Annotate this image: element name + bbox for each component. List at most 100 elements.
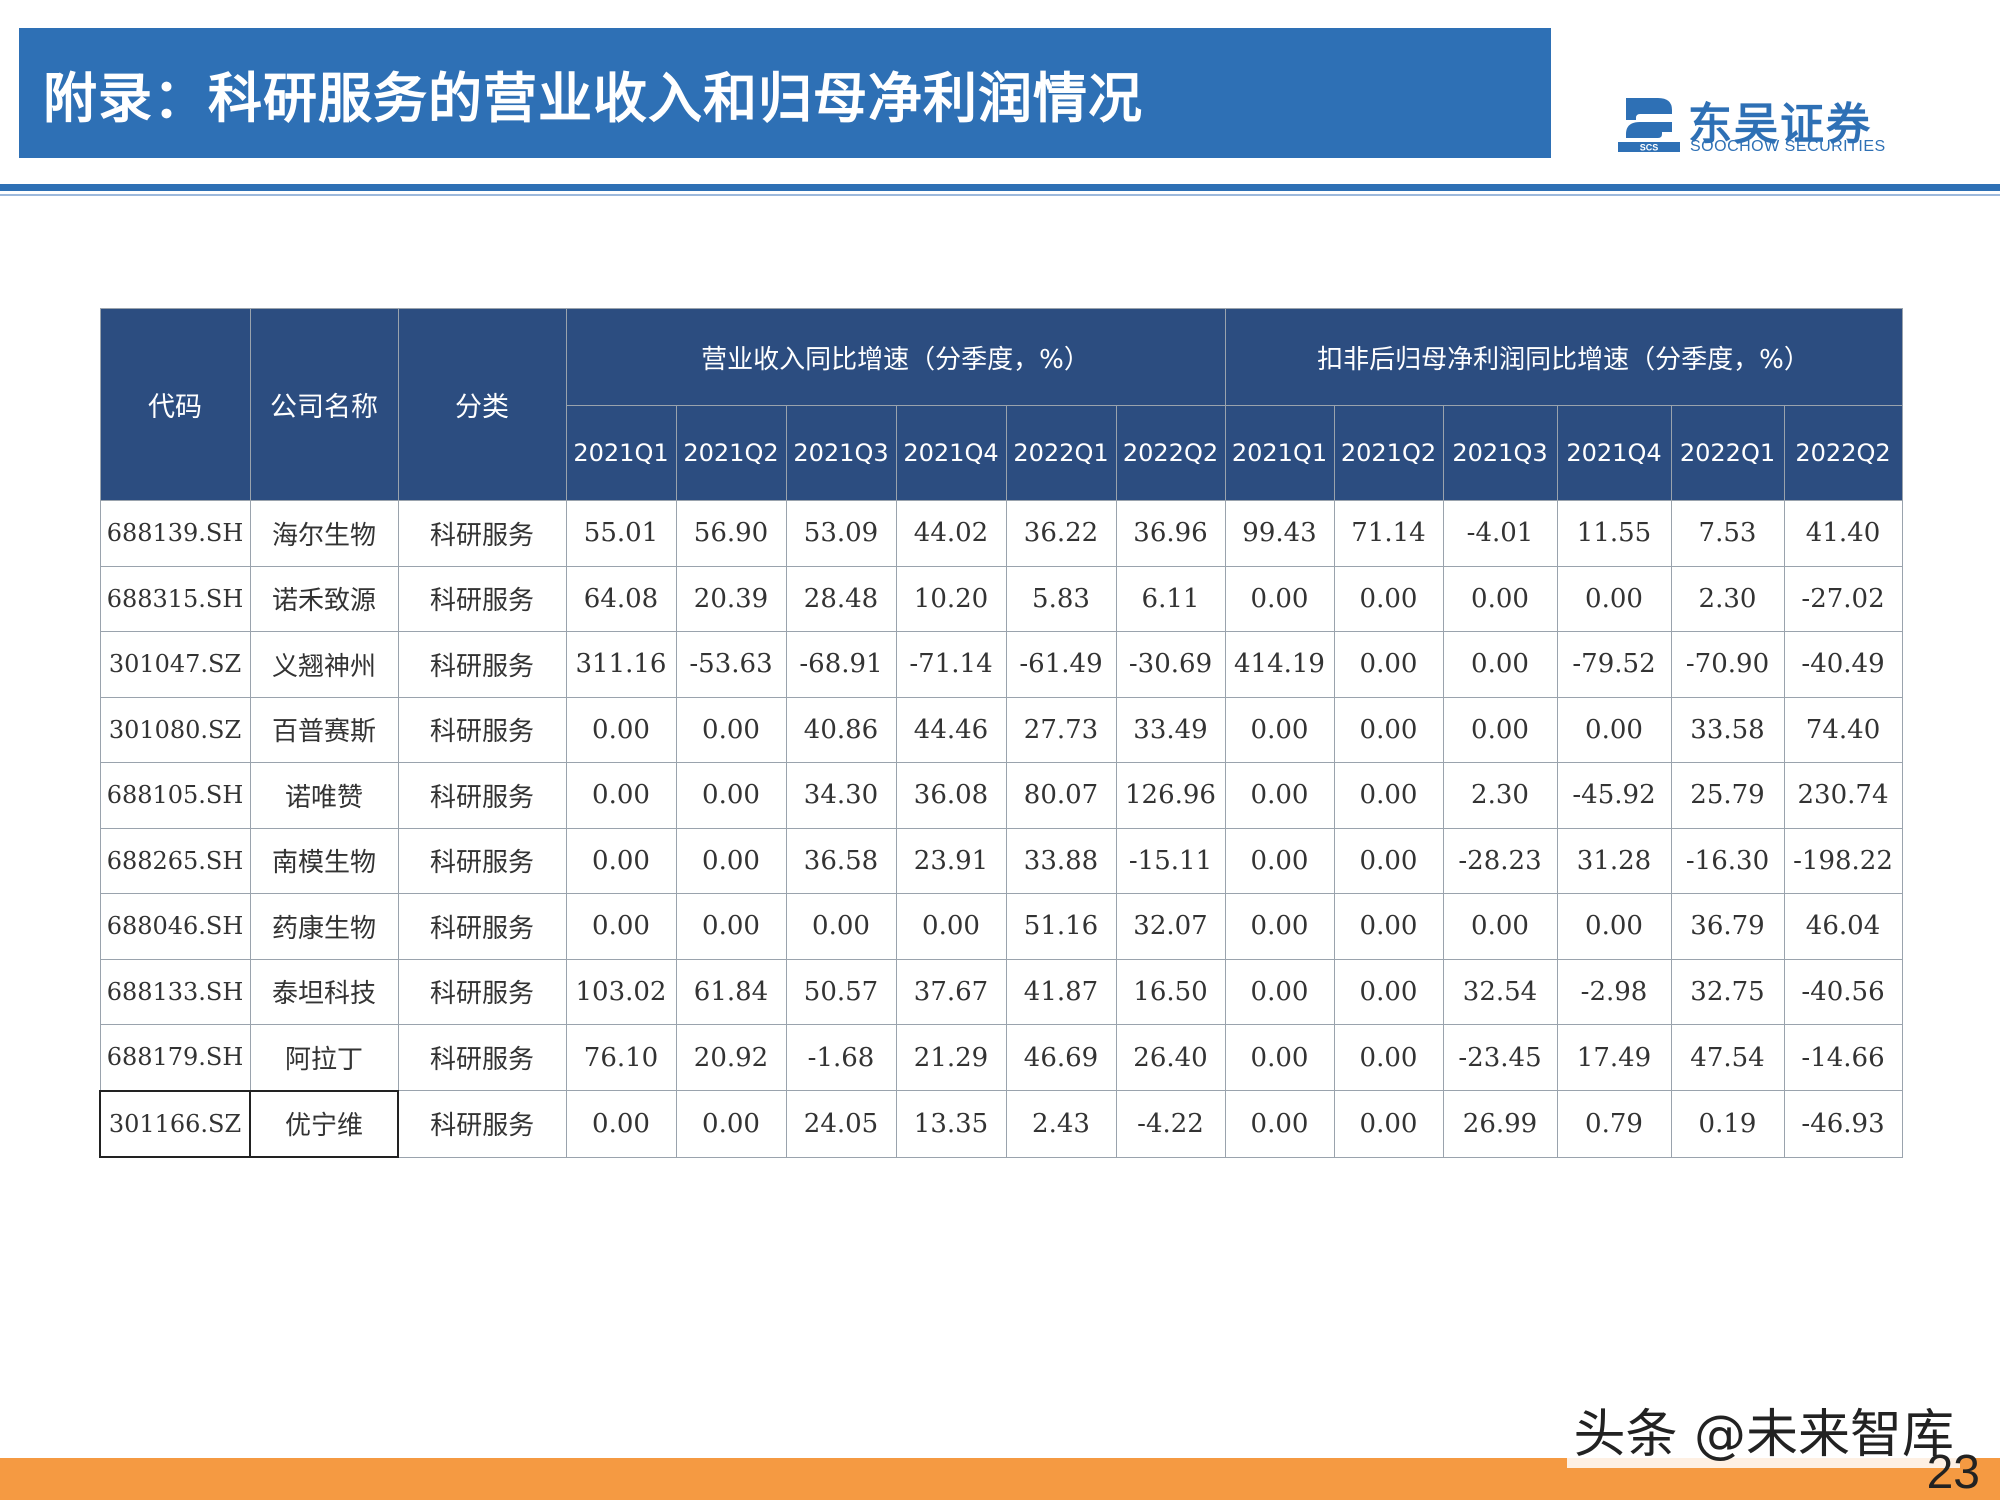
cell-profit-growth: -16.30 <box>1670 827 1785 894</box>
cell-revenue-growth: 34.30 <box>785 762 897 829</box>
cell-category: 科研服务 <box>397 893 567 960</box>
cell-profit-growth: 0.00 <box>1442 631 1558 698</box>
cell-revenue-growth: 33.49 <box>1115 696 1226 763</box>
cell-profit-growth: 0.00 <box>1556 565 1672 632</box>
cell-revenue-growth: -30.69 <box>1115 631 1226 698</box>
cell-revenue-growth: 24.05 <box>785 1090 897 1158</box>
cell-revenue-growth: 27.73 <box>1005 696 1117 763</box>
cell-company-name: 诺禾致源 <box>249 565 399 632</box>
cell-revenue-growth: -68.91 <box>785 631 897 698</box>
cell-revenue-growth: 0.00 <box>785 893 897 960</box>
cell-code: 301047.SZ <box>99 631 251 698</box>
cell-revenue-growth: 76.10 <box>565 1024 677 1091</box>
cell-revenue-growth: 33.88 <box>1005 827 1117 894</box>
cell-revenue-growth: 50.57 <box>785 958 897 1025</box>
cell-profit-growth: 414.19 <box>1224 631 1335 698</box>
cell-profit-growth: -28.23 <box>1442 827 1558 894</box>
cell-revenue-growth: 21.29 <box>895 1024 1007 1091</box>
table-row: 688139.SH 海尔生物 科研服务 55.01 56.90 53.09 44.02 36.… <box>99 500 1903 567</box>
cell-company-name: 南模生物 <box>249 827 399 894</box>
cell-profit-growth: 0.00 <box>1224 762 1335 829</box>
cell-revenue-growth: 0.00 <box>675 696 787 763</box>
cell-revenue-growth: 0.00 <box>565 893 677 960</box>
cell-profit-growth: 0.00 <box>1333 565 1444 632</box>
cell-company-name: 百普赛斯 <box>249 696 399 763</box>
table-row: 301166.SZ 优宁维 科研服务 0.00 0.00 24.05 13.35 2.43 -4… <box>99 1089 1903 1158</box>
title-bar: 附录：科研服务的营业收入和归母净利润情况 <box>19 28 1551 158</box>
cell-category: 科研服务 <box>397 631 567 698</box>
quarter-header: 2022Q1 <box>1670 405 1785 501</box>
cell-revenue-growth: 0.00 <box>565 1090 677 1158</box>
quarter-header: 2022Q2 <box>1115 405 1226 501</box>
cell-revenue-growth: 10.20 <box>895 565 1007 632</box>
table-row: 688315.SH 诺禾致源 科研服务 64.08 20.39 28.48 10.20 5.8… <box>99 565 1903 632</box>
cell-profit-growth: -27.02 <box>1783 565 1903 632</box>
cell-revenue-growth: 0.00 <box>675 893 787 960</box>
cell-profit-growth: 0.00 <box>1333 631 1444 698</box>
cell-category: 科研服务 <box>397 762 567 829</box>
cell-revenue-growth: 55.01 <box>565 500 677 567</box>
quarter-header: 2021Q1 <box>1224 405 1335 501</box>
cell-revenue-growth: 32.07 <box>1115 893 1226 960</box>
cell-profit-growth: 36.79 <box>1670 893 1785 960</box>
cell-code: 688133.SH <box>99 958 251 1025</box>
cell-code: 301080.SZ <box>99 696 251 763</box>
cell-category: 科研服务 <box>397 696 567 763</box>
cell-category: 科研服务 <box>397 565 567 632</box>
col-header-name: 公司名称 <box>249 308 399 501</box>
header-row-groups: 代码 公司名称 分类 营业收入同比增速（分季度，%） 扣非后归母净利润同比增速（… <box>99 308 1903 501</box>
cell-profit-growth: 32.75 <box>1670 958 1785 1025</box>
cell-revenue-growth: 20.39 <box>675 565 787 632</box>
cell-profit-growth: 0.00 <box>1556 696 1672 763</box>
cell-revenue-growth: 41.87 <box>1005 958 1117 1025</box>
cell-profit-growth: -2.98 <box>1556 958 1672 1025</box>
cell-revenue-growth: 0.00 <box>565 762 677 829</box>
cell-profit-growth: 31.28 <box>1556 827 1672 894</box>
quarter-header: 2021Q2 <box>675 405 787 501</box>
cell-category: 科研服务 <box>397 1090 567 1158</box>
cell-company-name: 泰坦科技 <box>249 958 399 1025</box>
cell-profit-growth: 0.00 <box>1333 696 1444 763</box>
cell-revenue-growth: 0.00 <box>565 696 677 763</box>
cell-profit-growth: 17.49 <box>1556 1024 1672 1091</box>
cell-profit-growth: 0.00 <box>1224 565 1335 632</box>
cell-profit-growth: 0.00 <box>1333 1024 1444 1091</box>
cell-profit-growth: 99.43 <box>1224 500 1335 567</box>
quarter-header: 2022Q1 <box>1005 405 1117 501</box>
cell-profit-growth: 0.00 <box>1224 1024 1335 1091</box>
table-row: 688046.SH 药康生物 科研服务 0.00 0.00 0.00 0.00 51.16 32… <box>99 893 1903 960</box>
cell-profit-growth: 0.00 <box>1224 827 1335 894</box>
cell-profit-growth: 230.74 <box>1783 762 1903 829</box>
cell-revenue-growth: -15.11 <box>1115 827 1226 894</box>
cell-profit-growth: 0.00 <box>1442 696 1558 763</box>
brand-logo: SCS 东吴证券 SOOCHOW SECURITIES <box>1618 88 1898 160</box>
quarter-header: 2022Q2 <box>1783 405 1903 501</box>
cell-revenue-growth: 26.40 <box>1115 1024 1226 1091</box>
watermark-text: 头条 @未来智库 <box>1567 1402 1960 1468</box>
cell-code: 688105.SH <box>99 762 251 829</box>
cell-revenue-growth: 311.16 <box>565 631 677 698</box>
table-row: 688179.SH 阿拉丁 科研服务 76.10 20.92 -1.68 21.29 46.6… <box>99 1024 1903 1091</box>
cell-revenue-growth: 51.16 <box>1005 893 1117 960</box>
cell-profit-growth: 0.00 <box>1333 827 1444 894</box>
cell-code: 688315.SH <box>99 565 251 632</box>
cell-company-name: 阿拉丁 <box>249 1024 399 1091</box>
group-header-profit: 扣非后归母净利润同比增速（分季度，%） <box>1224 308 1903 406</box>
cell-profit-growth: -40.49 <box>1783 631 1903 698</box>
cell-profit-growth: -79.52 <box>1556 631 1672 698</box>
cell-revenue-growth: 0.00 <box>565 827 677 894</box>
cell-revenue-growth: 0.00 <box>675 762 787 829</box>
cell-revenue-growth: 36.22 <box>1005 500 1117 567</box>
cell-profit-growth: 0.00 <box>1442 565 1558 632</box>
cell-revenue-growth: 0.00 <box>895 893 1007 960</box>
cell-profit-growth: 0.00 <box>1224 893 1335 960</box>
col-header-code: 代码 <box>99 308 251 501</box>
cell-revenue-growth: 6.11 <box>1115 565 1226 632</box>
logo-en-text: SOOCHOW SECURITIES <box>1690 138 1886 155</box>
cell-profit-growth: 41.40 <box>1783 500 1903 567</box>
cell-profit-growth: 2.30 <box>1442 762 1558 829</box>
cell-profit-growth: -46.93 <box>1783 1090 1903 1158</box>
cell-code: 301166.SZ <box>99 1089 251 1158</box>
cell-revenue-growth: 28.48 <box>785 565 897 632</box>
cell-profit-growth: 0.00 <box>1224 696 1335 763</box>
